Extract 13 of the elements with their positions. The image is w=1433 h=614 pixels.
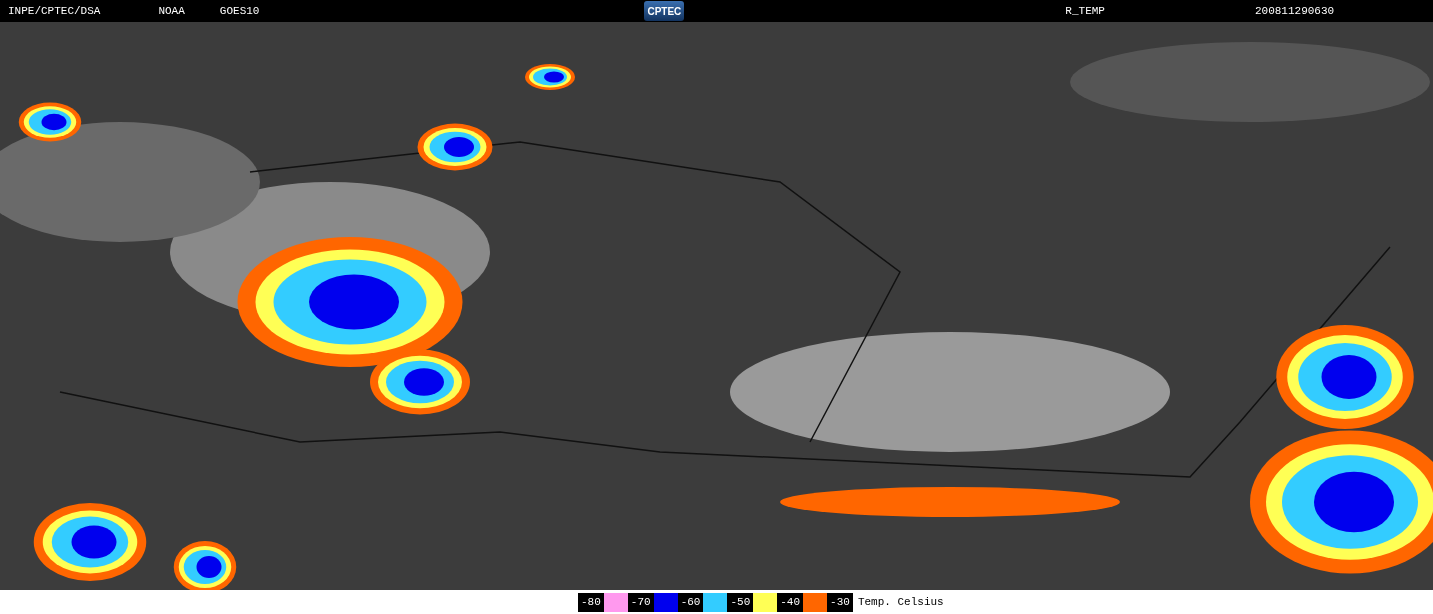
legend-value: -40 [777,592,804,612]
agency-label: NOAA [158,5,185,17]
legend-unit: Temp. Celsius [857,596,944,608]
source-label: INPE/CPTEC/DSA [8,5,101,17]
legend-value: -60 [677,592,704,612]
product-label: R_TEMP [1065,5,1105,17]
legend-value: -80 [578,592,604,612]
timestamp-label: 200811290630 [1254,5,1335,17]
legend-value: -30 [827,592,853,612]
legend-value: -50 [727,592,754,612]
satellite-label: GOES10 [219,5,260,17]
logo: CPTEC [644,1,685,21]
legend-value: -70 [627,592,654,612]
